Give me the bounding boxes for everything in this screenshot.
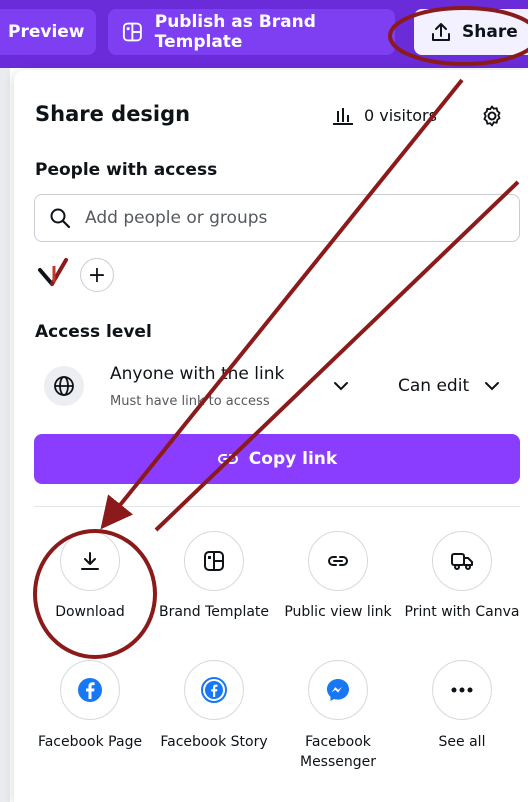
facebook-messenger-label: Facebook Messenger	[299, 734, 377, 770]
messenger-icon	[327, 679, 349, 701]
editor-top-bar: Preview Publish as Brand Template Share	[0, 0, 528, 68]
upload-icon	[432, 23, 450, 41]
add-person-button[interactable]: +	[80, 258, 114, 292]
access-level-dropdown[interactable]	[332, 378, 350, 397]
visitors-count: 0 visitors	[364, 106, 437, 125]
canvas-edge	[0, 68, 10, 802]
plus-icon: +	[87, 262, 107, 288]
avatar-logo-icon	[38, 258, 68, 286]
truck-icon	[451, 553, 473, 570]
bar-chart-icon	[333, 107, 353, 125]
link-icon	[328, 556, 348, 566]
brand-template-icon	[122, 22, 142, 42]
download-icon	[81, 552, 99, 570]
link-icon	[217, 454, 238, 464]
share-label: Share	[462, 22, 518, 42]
gear-icon	[483, 105, 501, 127]
copy-link-label: Copy link	[248, 449, 338, 469]
share-design-panel: Share design 0 visitors People with acce…	[14, 70, 528, 802]
settings-gear-button[interactable]	[480, 104, 504, 132]
panel-title: Share design	[35, 102, 191, 126]
print-with-canva-label: Print with Canva	[404, 604, 520, 620]
facebook-page-button[interactable]	[60, 660, 120, 720]
publish-brand-template-button[interactable]: Publish as Brand Template	[108, 9, 395, 55]
more-icon	[451, 687, 473, 693]
brand-template-icon	[204, 551, 224, 571]
permission-dropdown[interactable]: Can edit	[398, 376, 501, 396]
download-label: Download	[55, 604, 125, 620]
globe-icon	[44, 366, 84, 406]
owner-avatar[interactable]	[36, 254, 72, 290]
access-level-value[interactable]: Anyone with the link	[110, 364, 284, 384]
preview-button[interactable]: Preview	[0, 9, 96, 55]
facebook-messenger-button[interactable]	[308, 660, 368, 720]
access-level-subtext: Must have link to access	[110, 394, 270, 409]
download-button[interactable]	[60, 531, 120, 591]
chevron-down-icon	[485, 382, 500, 391]
people-with-access-heading: People with access	[35, 160, 218, 180]
preview-label: Preview	[8, 22, 85, 42]
search-icon	[50, 208, 71, 229]
public-view-link-label: Public view link	[284, 604, 392, 620]
permission-value: Can edit	[398, 376, 470, 396]
add-people-input[interactable]	[83, 207, 487, 229]
print-with-canva-button[interactable]	[432, 531, 492, 591]
visitors-button[interactable]: 0 visitors	[332, 106, 437, 125]
divider	[34, 506, 520, 507]
facebook-page-label: Facebook Page	[37, 734, 143, 750]
brand-template-label: Brand Template	[158, 604, 270, 620]
copy-link-button[interactable]: Copy link	[34, 434, 520, 484]
add-people-search[interactable]	[34, 194, 520, 242]
access-level-heading: Access level	[35, 322, 152, 342]
see-all-label: See all	[438, 734, 486, 750]
share-button[interactable]: Share	[414, 9, 528, 55]
brand-template-option-button[interactable]	[184, 531, 244, 591]
facebook-story-label: Facebook Story	[160, 734, 268, 750]
facebook-story-icon	[201, 677, 227, 703]
chevron-down-icon	[334, 382, 348, 391]
see-all-button[interactable]	[432, 660, 492, 720]
facebook-icon	[78, 678, 102, 702]
publish-label: Publish as Brand Template	[154, 12, 316, 52]
facebook-story-button[interactable]	[184, 660, 244, 720]
public-view-link-button[interactable]	[308, 531, 368, 591]
